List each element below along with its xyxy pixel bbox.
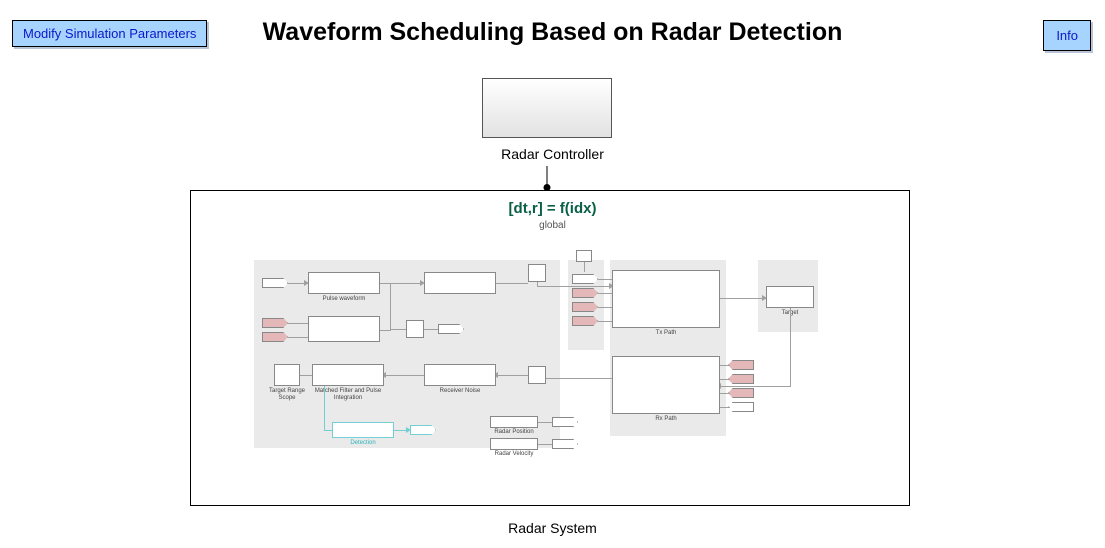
radar-position-label: Radar Position xyxy=(490,429,538,435)
function-signature: [dt,r] = f(idx) global xyxy=(0,200,1105,231)
target-range-scope-block[interactable] xyxy=(274,364,300,386)
tx-goto-tag-2[interactable] xyxy=(572,288,598,298)
page-title: Waveform Scheduling Based on Radar Detec… xyxy=(0,18,1105,47)
detection-block[interactable] xyxy=(332,422,394,438)
radar-position-from-tag[interactable] xyxy=(552,417,578,427)
tx-path-label: Tx Path xyxy=(612,330,720,336)
receiver-noise-block[interactable] xyxy=(424,364,496,386)
wire xyxy=(380,330,390,331)
gain-block-3[interactable] xyxy=(406,320,424,338)
wire xyxy=(324,430,332,431)
tx-goto-tag-1[interactable] xyxy=(572,274,598,284)
wire xyxy=(537,286,611,287)
wire xyxy=(598,279,612,280)
mid-goto-tag-2[interactable] xyxy=(262,332,288,342)
tx-goto-tag-4[interactable] xyxy=(572,316,598,326)
matched-filter-block[interactable] xyxy=(312,364,384,386)
radar-controller-label: Radar Controller xyxy=(0,146,1105,162)
radar-velocity-block[interactable] xyxy=(490,438,538,450)
mid-from-tag[interactable] xyxy=(438,324,464,334)
wire xyxy=(720,407,730,408)
term-block[interactable] xyxy=(576,250,592,262)
detection-from-tag[interactable] xyxy=(410,425,436,435)
radar-controller-block[interactable] xyxy=(482,78,612,138)
wire xyxy=(300,375,312,376)
wire xyxy=(496,375,528,376)
wire xyxy=(720,393,730,394)
wire xyxy=(546,378,612,379)
wire xyxy=(720,379,730,380)
input-goto-tag[interactable] xyxy=(262,278,288,288)
wire xyxy=(720,365,730,366)
wire xyxy=(598,321,612,322)
wire xyxy=(390,283,422,284)
block-diagram-canvas: Pulse waveform Tx Path Target Rx Path xyxy=(254,238,850,470)
amplifier-block[interactable] xyxy=(424,272,496,294)
wire xyxy=(790,308,791,386)
rx-path-block[interactable] xyxy=(612,356,720,414)
rx-from-tag-4[interactable] xyxy=(728,402,754,412)
gain-block-1[interactable] xyxy=(528,264,546,282)
wire xyxy=(538,444,552,445)
wire xyxy=(288,323,308,324)
radar-velocity-from-tag[interactable] xyxy=(552,439,578,449)
detection-label: Detection xyxy=(332,440,394,446)
wire xyxy=(584,262,585,272)
rx-path-label: Rx Path xyxy=(612,416,720,422)
pulse-waveform-block[interactable] xyxy=(308,272,380,294)
wire xyxy=(390,283,391,331)
target-block[interactable] xyxy=(766,286,814,308)
receiver-noise-label: Receiver Noise xyxy=(424,388,496,394)
wire xyxy=(324,386,325,430)
connector-line xyxy=(547,166,548,186)
radar-system-label: Radar System xyxy=(0,520,1105,536)
rx-from-tag-3[interactable] xyxy=(728,388,754,398)
wire xyxy=(598,293,612,294)
tx-goto-tag-3[interactable] xyxy=(572,302,598,312)
target-range-scope-label: Target Range Scope xyxy=(262,388,312,401)
wire xyxy=(384,375,424,376)
rx-from-tag-1[interactable] xyxy=(728,360,754,370)
function-text: [dt,r] = f(idx) xyxy=(509,200,597,217)
radar-velocity-label: Radar Velocity xyxy=(490,451,538,457)
wire xyxy=(390,329,406,330)
radar-position-block[interactable] xyxy=(490,416,538,428)
wire xyxy=(720,298,764,299)
wire xyxy=(288,337,308,338)
mid-goto-tag-1[interactable] xyxy=(262,318,288,328)
gain-block-2[interactable] xyxy=(528,366,546,384)
wire xyxy=(496,283,528,284)
buffer-block[interactable] xyxy=(308,316,380,342)
wire xyxy=(598,307,612,308)
wire xyxy=(380,283,390,284)
wire xyxy=(424,329,438,330)
wire xyxy=(720,386,791,387)
wire xyxy=(538,422,552,423)
matched-filter-label: Matched Filter and Pulse Integration xyxy=(312,388,384,401)
rx-from-tag-2[interactable] xyxy=(728,374,754,384)
pulse-waveform-label: Pulse waveform xyxy=(308,296,380,302)
function-scope: global xyxy=(0,220,1105,231)
tx-path-block[interactable] xyxy=(612,270,720,328)
